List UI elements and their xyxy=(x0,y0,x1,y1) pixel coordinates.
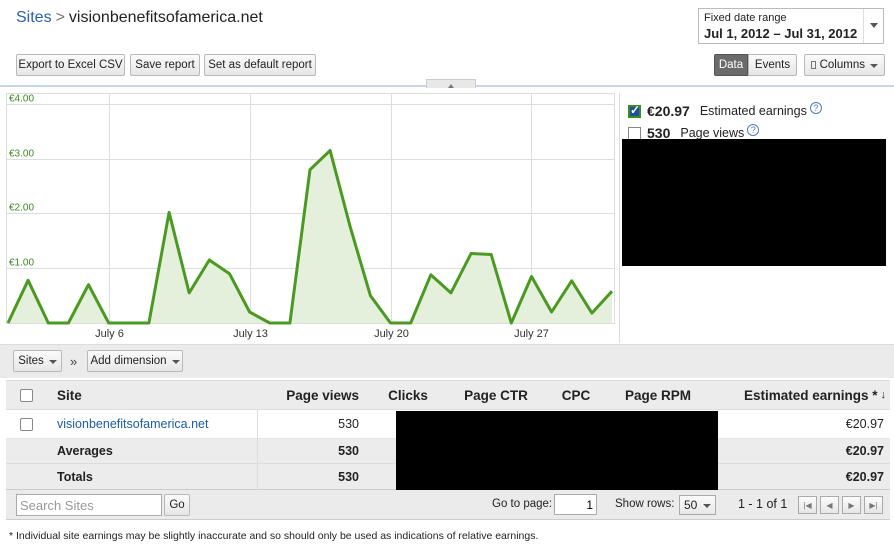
search-go-button[interactable]: Go xyxy=(164,494,190,516)
col-pageviews[interactable]: Page views xyxy=(258,381,359,409)
sites-dimension-label: Sites xyxy=(18,355,44,367)
show-rows-select[interactable]: 50 xyxy=(679,495,716,515)
breadcrumb-sites-link[interactable]: Sites xyxy=(16,9,52,26)
chevron-down-icon xyxy=(171,360,180,368)
earnings-label: Estimated earnings xyxy=(699,104,807,118)
chevron-down-icon xyxy=(870,64,878,72)
dimension-arrow-icon: » xyxy=(70,354,78,369)
col-page-rpm[interactable]: Page RPM xyxy=(616,381,700,409)
select-all-checkbox[interactable] xyxy=(20,388,33,402)
help-icon[interactable]: ? xyxy=(747,124,760,136)
goto-page-label: Go to page: xyxy=(492,498,553,510)
date-range-picker[interactable]: Fixed date range Jul 1, 2012 – Jul 31, 2… xyxy=(698,8,884,44)
y-tick-label: €2.00 xyxy=(9,203,34,214)
events-toggle-button[interactable]: Events xyxy=(748,54,797,76)
table-footer: Go Go to page: Show rows: 50 1 - 1 of 1 … xyxy=(6,490,890,520)
breadcrumb: Sites > visionbenefitsofamerica.net xyxy=(16,9,263,27)
add-dimension-label: Add dimension xyxy=(90,355,167,367)
redacted-area xyxy=(622,139,886,266)
totals-pageviews: 530 xyxy=(338,469,359,484)
earnings-footnote: * Individual site earnings may be slight… xyxy=(9,530,539,542)
column-divider xyxy=(257,410,258,490)
pageviews-checkbox[interactable] xyxy=(628,126,641,140)
next-page-button[interactable]: ▶ xyxy=(842,496,861,514)
legend-earnings: €20.97 Estimated earnings ? xyxy=(628,100,888,122)
row-pageviews: 530 xyxy=(338,417,359,431)
show-rows-label: Show rows: xyxy=(615,498,675,510)
save-report-button[interactable]: Save report xyxy=(130,54,200,76)
export-csv-button[interactable]: Export to Excel CSV xyxy=(16,54,125,76)
redacted-area xyxy=(396,411,718,490)
next-page-icon: ▶ xyxy=(848,500,855,510)
last-page-icon: ▶| xyxy=(869,500,878,510)
totals-label: Totals xyxy=(57,469,93,484)
chevron-down-icon xyxy=(48,360,57,368)
chart-svg: €1.00 €2.00 €3.00 €4.00 July 6 July 13 July 20… xyxy=(6,93,615,340)
pagination-range: 1 - 1 of 1 xyxy=(738,497,788,511)
breadcrumb-separator: > xyxy=(55,9,65,26)
y-tick-label: €4.00 xyxy=(9,94,34,105)
earnings-chart: €1.00 €2.00 €3.00 €4.00 July 6 July 13 July 20… xyxy=(6,93,620,343)
date-range-value: Jul 1, 2012 – Jul 31, 2012 xyxy=(704,26,858,41)
dimension-bar: Sites » Add dimension xyxy=(0,344,894,378)
col-estimated-earnings-label: Estimated earnings * xyxy=(743,387,878,403)
pageviews-label: Page views xyxy=(680,126,745,140)
date-range-label: Fixed date range xyxy=(704,12,787,24)
collapse-chart-handle[interactable] xyxy=(426,79,476,88)
earnings-checkbox[interactable] xyxy=(628,103,641,118)
add-dimension-dropdown[interactable]: Add dimension xyxy=(87,350,183,372)
first-page-icon: |◀ xyxy=(803,500,812,510)
chart-legend: €20.97 Estimated earnings ? 530 Page vie… xyxy=(628,100,888,144)
columns-icon xyxy=(811,61,816,69)
row-checkbox[interactable] xyxy=(20,417,33,431)
col-clicks[interactable]: Clicks xyxy=(378,381,438,409)
averages-pageviews: 530 xyxy=(338,444,359,458)
show-rows-value: 50 xyxy=(684,498,698,512)
averages-label: Averages xyxy=(57,444,113,458)
table-header-row: Site Page views Clicks Page CTR CPC Page… xyxy=(6,380,890,410)
columns-button[interactable]: Columns xyxy=(804,54,885,76)
col-site[interactable]: Site xyxy=(57,381,82,409)
set-default-report-button[interactable]: Set as default report xyxy=(204,54,316,76)
x-tick-label: July 6 xyxy=(95,328,124,340)
chevron-down-icon xyxy=(703,504,712,512)
sort-desc-icon: ↓ xyxy=(880,389,887,401)
chevron-down-icon[interactable] xyxy=(863,9,883,43)
col-estimated-earnings[interactable]: Estimated earnings * ↓ xyxy=(716,381,886,409)
x-tick-label: July 13 xyxy=(233,328,268,340)
breadcrumb-current: visionbenefitsofamerica.net xyxy=(68,9,263,26)
prev-page-icon: ◀ xyxy=(826,500,833,510)
row-earnings: €20.97 xyxy=(845,417,884,431)
first-page-button[interactable]: |◀ xyxy=(798,496,817,514)
prev-page-button[interactable]: ◀ xyxy=(820,496,839,514)
sites-dimension-dropdown[interactable]: Sites xyxy=(13,350,62,372)
x-tick-label: July 20 xyxy=(374,328,409,340)
columns-label: Columns xyxy=(819,59,865,71)
col-cpc[interactable]: CPC xyxy=(554,381,598,409)
search-sites-input[interactable] xyxy=(16,494,162,516)
site-link[interactable]: visionbenefitsofamerica.net xyxy=(57,410,208,438)
data-toggle-button[interactable]: Data xyxy=(714,54,748,76)
averages-earnings: €20.97 xyxy=(845,444,884,458)
y-tick-label: €1.00 xyxy=(9,258,34,269)
last-page-button[interactable]: ▶| xyxy=(864,496,883,514)
col-page-ctr[interactable]: Page CTR xyxy=(454,381,538,409)
y-tick-label: €3.00 xyxy=(9,149,34,160)
help-icon[interactable]: ? xyxy=(809,102,822,114)
totals-earnings: €20.97 xyxy=(845,469,884,484)
earnings-total: €20.97 xyxy=(647,103,690,119)
goto-page-input[interactable] xyxy=(554,494,597,515)
x-tick-label: July 27 xyxy=(514,328,549,340)
